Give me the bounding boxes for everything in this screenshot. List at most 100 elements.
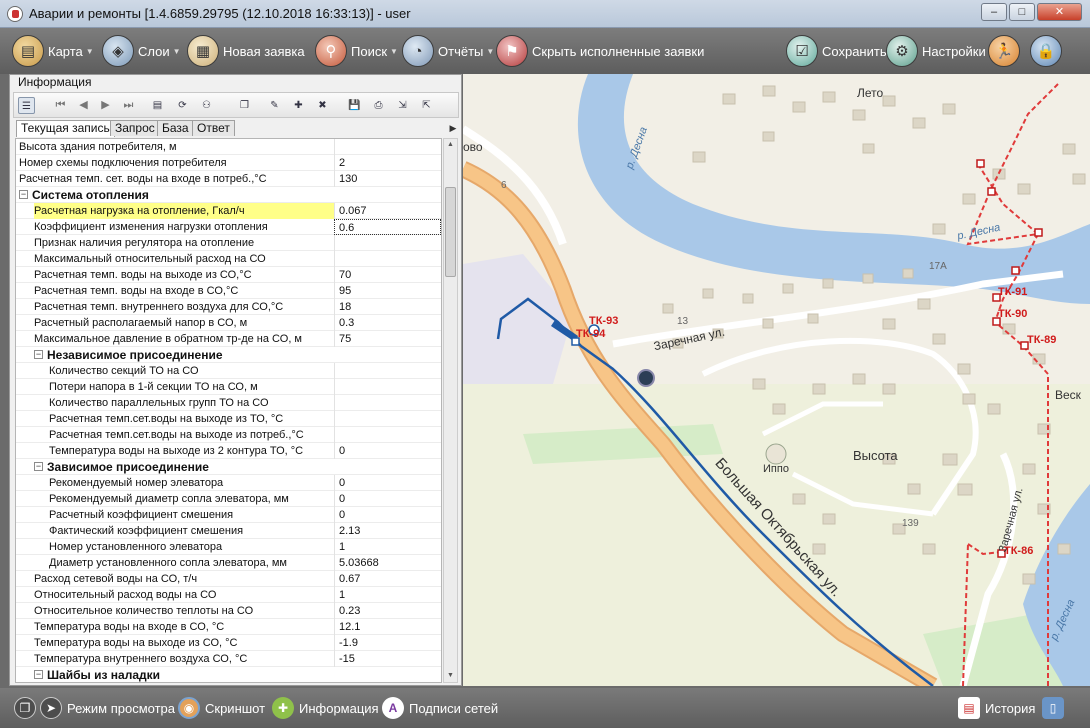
property-value[interactable]: 0.067 [334, 203, 441, 219]
collapse-toggle-icon[interactable]: − [34, 350, 43, 359]
delete-icon[interactable]: ✖ [314, 97, 331, 114]
property-value[interactable]: 0.3 [334, 315, 441, 331]
property-value[interactable]: 0 [334, 443, 441, 459]
property-value[interactable] [334, 379, 441, 395]
view-mode-button[interactable]: ➤ Режим просмотра [40, 694, 175, 722]
property-row[interactable]: Расчетная темп. воды на выходе из СО,°С 7… [16, 267, 441, 283]
tab-query[interactable]: Запрос [110, 120, 160, 136]
group-row[interactable]: − Шайбы из наладки [16, 667, 441, 682]
node-label-tk94[interactable]: ТК-94 [576, 328, 605, 340]
next-record-icon[interactable]: ▶ [97, 97, 114, 114]
property-value[interactable]: 1 [334, 539, 441, 555]
minimize-button[interactable]: – [981, 3, 1007, 21]
property-row[interactable]: Температура внутреннего воздуха СО, °С -1… [16, 651, 441, 667]
grid-view-icon[interactable]: ☰ [18, 97, 35, 114]
property-value[interactable]: 0 [334, 475, 441, 491]
property-row[interactable]: Расход сетевой воды на СО, т/ч 0.67 [16, 571, 441, 587]
group-row[interactable]: − Система отопления [16, 187, 441, 203]
property-row[interactable]: Максимальное давление в обратном тр-де н… [16, 331, 441, 347]
collapse-toggle-icon[interactable]: − [19, 190, 28, 199]
property-row[interactable]: Расчетная нагрузка на отопление, Гкал/ч 0… [16, 203, 441, 219]
node-label-tk86[interactable]: ТК-86 [1004, 545, 1033, 557]
property-value[interactable] [334, 251, 441, 267]
property-value[interactable]: 130 [334, 171, 441, 187]
copy-icon[interactable]: ❐ [236, 97, 253, 114]
property-value[interactable]: 18 [334, 299, 441, 315]
property-value[interactable]: 0.67 [334, 571, 441, 587]
windows-button[interactable]: ❐ [14, 694, 41, 722]
property-value[interactable]: 0 [334, 491, 441, 507]
property-row[interactable]: Расчетный располагаемый напор в СО, м 0.3 [16, 315, 441, 331]
property-value[interactable]: 1 [334, 587, 441, 603]
property-row[interactable]: Максимальный относительный расход на СО [16, 251, 441, 267]
property-value[interactable]: 95 [334, 283, 441, 299]
lock-button[interactable]: 🔒 [1030, 34, 1066, 68]
property-row[interactable]: Номер установленного элеватора 1 [16, 539, 441, 555]
scroll-up-icon[interactable]: ▲ [444, 139, 457, 151]
property-row[interactable]: Температура воды на выходе из СО, °С -1.9 [16, 635, 441, 651]
tab-current-record[interactable]: Текущая запись [16, 120, 115, 137]
tab-answer[interactable]: Ответ [192, 120, 235, 136]
property-value[interactable]: 75 [334, 331, 441, 347]
scroll-down-icon[interactable]: ▼ [444, 670, 457, 682]
import-icon[interactable]: ⇱ [418, 97, 435, 114]
search-button[interactable]: ⚲ Поиск ▼ [315, 34, 398, 68]
group-row[interactable]: − Независимое присоединение [16, 347, 441, 363]
save-record-icon[interactable]: 💾 [346, 97, 363, 114]
collapse-toggle-icon[interactable]: − [34, 462, 43, 471]
property-row[interactable]: Количество секций ТО на СО [16, 363, 441, 379]
property-value[interactable]: 2 [334, 155, 441, 171]
property-row[interactable]: Относительный расход воды на СО 1 [16, 587, 441, 603]
users-icon[interactable]: ⚇ [198, 97, 215, 114]
property-row[interactable]: Диаметр установленного сопла элеватора, … [16, 555, 441, 571]
net-labels-button[interactable]: A Подписи сетей [382, 694, 498, 722]
property-value[interactable]: 0.23 [334, 603, 441, 619]
tab-scroll-right-icon[interactable]: ▶ [446, 120, 460, 136]
property-value[interactable]: 5.03668 [334, 555, 441, 571]
property-row[interactable]: Коэффициент изменения нагрузки отопления… [16, 219, 441, 235]
property-row[interactable]: Признак наличия регулятора на отопление [16, 235, 441, 251]
property-value[interactable]: -1.9 [334, 635, 441, 651]
property-row[interactable]: Относительное количество теплоты на СО 0.… [16, 603, 441, 619]
scroll-thumb[interactable] [445, 187, 456, 277]
property-row[interactable]: Расчетная темп. внутреннего воздуха для … [16, 299, 441, 315]
layers-button[interactable]: ◈ Слои ▼ [102, 34, 181, 68]
property-row[interactable]: Расчетный коэффициент смешения 0 [16, 507, 441, 523]
print-icon[interactable]: ⎙ [370, 97, 387, 114]
property-row[interactable]: Рекомендуемый номер элеватора 0 [16, 475, 441, 491]
property-value[interactable]: 0.6 [334, 219, 441, 235]
history-button[interactable]: ▤ История [958, 694, 1035, 722]
property-value[interactable] [334, 235, 441, 251]
node-label-tk90[interactable]: ТК-90 [998, 308, 1027, 320]
export-icon[interactable]: ⇲ [394, 97, 411, 114]
property-row[interactable]: Фактический коэффициент смешения 2.13 [16, 523, 441, 539]
property-row[interactable]: Рекомендуемый диаметр сопла элеватора, м… [16, 491, 441, 507]
first-record-icon[interactable]: ⏮ [52, 97, 69, 114]
property-row[interactable]: Температура воды на входе в СО, °С 12.1 [16, 619, 441, 635]
property-row[interactable]: Температура воды на выходе из 2 контура … [16, 443, 441, 459]
property-row[interactable]: Номер схемы подключения потребителя 2 [16, 155, 441, 171]
property-value[interactable] [334, 139, 441, 155]
property-grid-scrollbar[interactable]: ▲ ▼ [443, 138, 458, 683]
property-value[interactable] [334, 427, 441, 443]
tab-base[interactable]: База [157, 120, 194, 136]
info-button[interactable]: ✚ Информация [272, 694, 379, 722]
add-icon[interactable]: ✚ [290, 97, 307, 114]
property-value[interactable] [334, 395, 441, 411]
property-row[interactable]: Расчетная темп.сет.воды на выходе из пот… [16, 427, 441, 443]
edit-icon[interactable]: ✎ [266, 97, 283, 114]
maximize-button[interactable]: □ [1009, 3, 1035, 21]
property-value[interactable]: 2.13 [334, 523, 441, 539]
group-row[interactable]: − Зависимое присоединение [16, 459, 441, 475]
report-icon[interactable]: ▤ [149, 97, 166, 114]
property-value[interactable]: 70 [334, 267, 441, 283]
last-record-icon[interactable]: ⏭ [120, 97, 137, 114]
property-row[interactable]: Потери напора в 1-й секции ТО на СО, м [16, 379, 441, 395]
prev-record-icon[interactable]: ◀ [75, 97, 92, 114]
collapse-toggle-icon[interactable]: − [34, 670, 43, 679]
screenshot-button[interactable]: ◉ Скриншот [178, 694, 265, 722]
property-value[interactable]: 12.1 [334, 619, 441, 635]
refresh-icon[interactable]: ⟳ [174, 97, 191, 114]
property-value[interactable]: 0 [334, 507, 441, 523]
node-label-tk93[interactable]: ТК-93 [589, 315, 618, 327]
